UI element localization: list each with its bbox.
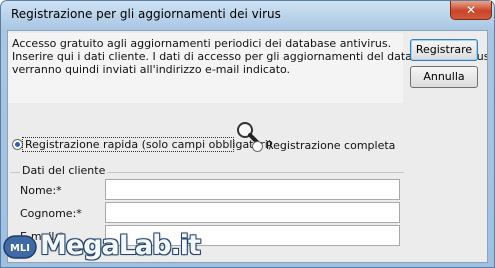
customer-group-title: Dati del cliente — [20, 164, 108, 177]
info-text: Accesso gratuito agli aggiornamenti peri… — [12, 37, 488, 76]
cancel-button[interactable]: Annulla — [410, 66, 478, 88]
surname-input[interactable] — [105, 202, 400, 223]
info-panel: Accesso gratuito agli aggiornamenti peri… — [8, 33, 488, 103]
full-registration-label[interactable]: Registrazione completa — [266, 139, 395, 152]
info-line-2: Inserire qui i dati cliente. I dati di a… — [12, 50, 488, 63]
close-button[interactable]: ✕ — [450, 1, 492, 20]
radio-selected-dot — [15, 142, 20, 147]
register-button[interactable]: Registrare — [410, 39, 478, 61]
window-title: Registrazione per gli aggiornamenti dei … — [11, 7, 281, 21]
title-bar[interactable]: Registrazione per gli aggiornamenti dei … — [1, 1, 494, 29]
info-line-1: Accesso gratuito agli aggiornamenti peri… — [12, 37, 392, 50]
megalab-watermark-text: MegaLab.it — [40, 230, 201, 261]
name-label: Nome:* — [20, 184, 62, 197]
logo-badge-text: MLI — [10, 243, 30, 254]
surname-label: Cognome:* — [20, 207, 82, 220]
info-line-3: verranno quindi inviati all'indirizzo e-… — [12, 63, 291, 76]
name-input[interactable] — [105, 179, 400, 200]
full-registration-radio[interactable] — [252, 141, 263, 152]
